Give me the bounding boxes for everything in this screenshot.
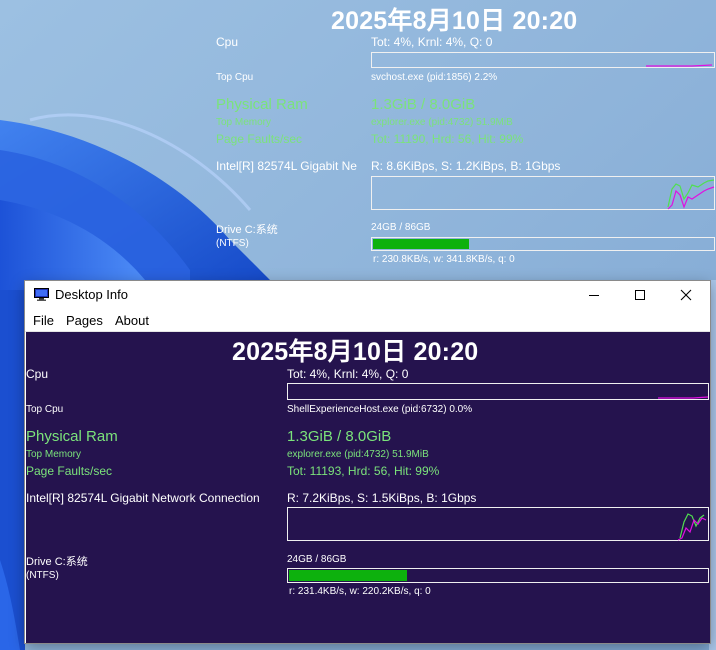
menu-bar: File Pages About	[25, 309, 710, 332]
window-drive-bar	[287, 568, 709, 583]
desktop-cpu-graph	[371, 52, 715, 68]
minimize-icon	[589, 295, 599, 296]
window-datetime: 2025年8月10日 20:20	[232, 338, 479, 366]
desktop-cpu-label: Cpu	[216, 35, 239, 49]
desktop-info-app-icon	[34, 288, 49, 301]
desktop-top-memory-label: Top Memory	[216, 117, 272, 128]
desktop-drive-bar	[371, 237, 715, 251]
menu-file[interactable]: File	[33, 313, 54, 328]
title-bar[interactable]: Desktop Info	[25, 281, 710, 309]
maximize-button[interactable]	[617, 281, 663, 309]
desktop-cpu-value: Tot: 4%, Krnl: 4%, Q: 0	[371, 35, 493, 49]
desktop-datetime: 2025年8月10日 20:20	[331, 7, 578, 35]
desktop-drive-io: r: 230.8KB/s, w: 341.8KB/s, q: 0	[373, 254, 515, 265]
minimize-button[interactable]	[571, 281, 617, 309]
menu-about[interactable]: About	[115, 313, 149, 328]
window-ram-value: 1.3GiB / 8.0GiB	[287, 428, 392, 445]
desktop-drive-label: Drive C:系统	[216, 224, 278, 236]
window-network-value: R: 7.2KiBps, S: 1.5KiBps, B: 1Gbps	[287, 491, 477, 505]
window-top-memory-value: explorer.exe (pid:4732) 51.9MiB	[287, 449, 429, 460]
window-drive-fs: (NTFS)	[26, 570, 59, 581]
desktop-drive-usage: 24GB / 86GB	[371, 222, 431, 233]
desktop-top-cpu-label: Top Cpu	[216, 72, 254, 83]
window-top-memory-label: Top Memory	[26, 449, 82, 460]
desktop-page-faults-label: Page Faults/sec	[216, 132, 303, 146]
desktop-network-value: R: 8.6KiBps, S: 1.2KiBps, B: 1Gbps	[371, 159, 561, 173]
window-top-cpu-value: ShellExperienceHost.exe (pid:6732) 0.0%	[287, 404, 473, 415]
desktop-ram-value: 1.3GiB / 8.0GiB	[371, 96, 476, 113]
window-top-cpu-label: Top Cpu	[26, 404, 64, 415]
desktop-drive-fs: (NTFS)	[216, 238, 249, 249]
window-page-faults-label: Page Faults/sec	[26, 464, 113, 478]
menu-pages[interactable]: Pages	[66, 313, 103, 328]
window-network-label: Intel[R] 82574L Gigabit Network Connecti…	[26, 491, 260, 505]
window-network-graph	[287, 507, 709, 541]
window-drive-usage: 24GB / 86GB	[287, 554, 347, 565]
desktop-info-window: Desktop Info File Pages About 2025年8月10日…	[25, 281, 710, 643]
window-cpu-value: Tot: 4%, Krnl: 4%, Q: 0	[287, 367, 409, 381]
window-ram-label: Physical Ram	[26, 428, 118, 445]
desktop-top-memory-value: explorer.exe (pid:4732) 51.9MiB	[371, 117, 513, 128]
window-client-area: 2025年8月10日 20:20 Cpu Tot: 4%, Krnl: 4%, …	[26, 332, 710, 643]
window-page-faults-value: Tot: 11193, Hrd: 56, Hit: 99%	[287, 464, 440, 478]
window-cpu-label: Cpu	[26, 367, 49, 381]
desktop-drive-bar-fill	[373, 239, 469, 249]
desktop-page-faults-value: Tot: 11190, Hrd: 56, Hit: 99%	[371, 132, 524, 146]
close-icon	[680, 289, 692, 301]
window-drive-io: r: 231.4KB/s, w: 220.2KB/s, q: 0	[289, 586, 431, 597]
maximize-icon	[635, 290, 645, 300]
desktop-top-cpu-value: svchost.exe (pid:1856) 2.2%	[371, 72, 498, 83]
window-drive-label: Drive C:系统	[26, 556, 88, 568]
window-cpu-graph	[287, 383, 709, 400]
window-title: Desktop Info	[55, 287, 128, 302]
window-drive-bar-fill	[289, 570, 407, 581]
desktop-network-label: Intel[R] 82574L Gigabit Ne	[216, 159, 357, 173]
desktop-network-graph	[371, 176, 715, 210]
close-button[interactable]	[663, 281, 709, 309]
desktop-ram-label: Physical Ram	[216, 96, 308, 113]
